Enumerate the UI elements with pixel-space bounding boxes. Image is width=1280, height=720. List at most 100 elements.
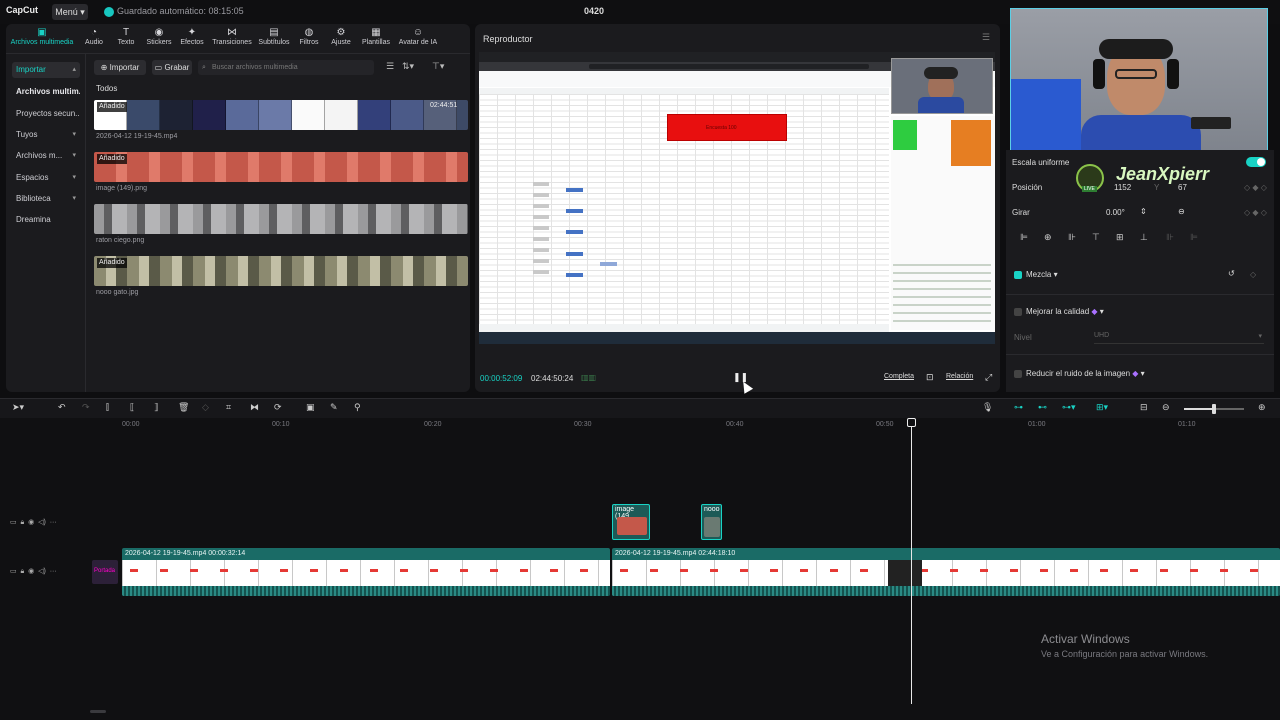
transform-icon[interactable]: ⚲ bbox=[354, 402, 361, 413]
current-time: 00:00:52:09 bbox=[480, 374, 523, 383]
level-select[interactable]: UHD ▾ bbox=[1094, 332, 1264, 344]
preview-axis-icon[interactable]: ⊶▾ bbox=[1062, 402, 1076, 413]
main-clip-2[interactable]: 2026-04-12 19-19-45.mp4 02:44:18:10 bbox=[612, 548, 1280, 596]
shield-icon: ◇ bbox=[202, 402, 209, 412]
media-item-image-149[interactable] bbox=[94, 152, 468, 182]
record-button[interactable]: ▭ Grabar bbox=[152, 60, 192, 75]
magnet-icon[interactable]: ⊶ bbox=[1014, 402, 1023, 413]
search-input[interactable]: ⌕ Buscar archivos multimedia bbox=[198, 60, 374, 75]
align-right-icon[interactable]: ⊪ bbox=[1068, 232, 1076, 243]
align-bottom-icon[interactable]: ⊥ bbox=[1140, 232, 1148, 243]
tool-adjust[interactable]: ⚙ Ajuste bbox=[328, 27, 354, 46]
search-icon: ⌕ bbox=[202, 64, 206, 71]
tool-templates[interactable]: ▦ Plantillas bbox=[358, 27, 394, 46]
media-item-nooo-gato[interactable] bbox=[94, 256, 468, 286]
delete-icon[interactable]: 🗑︎ bbox=[178, 402, 189, 413]
select-tool-icon[interactable]: ➤▾ bbox=[12, 402, 24, 413]
rotate-icon[interactable]: ⟳ bbox=[274, 402, 282, 413]
align-center-icon[interactable]: ⊕ bbox=[1044, 232, 1052, 243]
split-right-icon[interactable]: ⟧ bbox=[154, 402, 158, 413]
player-screen[interactable]: Encuesta 100 bbox=[479, 52, 995, 344]
align-top-icon[interactable]: ⊤ bbox=[1092, 232, 1100, 243]
uniform-scale-toggle[interactable] bbox=[1246, 157, 1266, 167]
tool-captions[interactable]: ▤ Subtítulos bbox=[256, 27, 292, 46]
tool-transitions[interactable]: ⋈ Transiciones bbox=[210, 27, 254, 46]
noise-reduction-checkbox[interactable] bbox=[1014, 370, 1022, 378]
fullscreen-icon[interactable]: ⤢ bbox=[985, 372, 992, 383]
player-menu-icon[interactable]: ☰ bbox=[982, 32, 990, 43]
noise-reduction-label[interactable]: Reducir el ruido de la imagen ◆ ▾ bbox=[1026, 369, 1145, 378]
sidebar-item-import[interactable]: Importar ▴ bbox=[12, 62, 80, 78]
filter-icon[interactable]: ⊤▾ bbox=[432, 61, 444, 72]
fit-icon[interactable]: ⊟ bbox=[1140, 402, 1148, 413]
time-ruler[interactable]: 00:00 00:10 00:20 00:30 00:40 00:50 01:0… bbox=[90, 418, 1280, 432]
tool-ai-avatar[interactable]: ☺ Avatar de IA bbox=[396, 27, 440, 46]
list-view-icon[interactable]: ☰ bbox=[386, 61, 394, 72]
distribute-icon: ⊫ bbox=[1190, 232, 1198, 242]
align-middle-icon[interactable]: ⊞ bbox=[1116, 232, 1124, 243]
reset-icon[interactable]: ↺ bbox=[1228, 269, 1235, 278]
snap-icon[interactable]: ⊞▾ bbox=[1096, 402, 1108, 413]
sidebar-item-media-files[interactable]: Archivos multim... bbox=[12, 84, 80, 100]
link-icon[interactable]: ⊷ bbox=[1038, 402, 1047, 413]
sidebar-item-secondary-projects[interactable]: Proyectos secun... bbox=[12, 106, 80, 122]
autosave-status: Guardado automático: 08:15:05 bbox=[117, 6, 244, 16]
rotate-reset-icon[interactable]: ⊖ bbox=[1178, 207, 1185, 216]
media-item-video[interactable] bbox=[94, 100, 468, 130]
sidebar-item-files[interactable]: Archivos m... ▾ bbox=[12, 148, 80, 164]
templates-icon: ▦ bbox=[371, 27, 381, 38]
blend-label[interactable]: Mezcla ▾ bbox=[1026, 270, 1058, 279]
playhead[interactable] bbox=[911, 418, 912, 704]
playhead-handle[interactable] bbox=[907, 418, 916, 427]
full-quality-button[interactable]: Completa bbox=[884, 373, 914, 380]
quality-checkbox[interactable] bbox=[1014, 308, 1022, 316]
ratio-button[interactable]: Relación bbox=[946, 373, 973, 380]
freeze-frame-icon[interactable]: ▣ bbox=[306, 402, 315, 413]
crop-icon[interactable]: ⌗ bbox=[226, 402, 231, 413]
rotate-stepper-icon[interactable]: ⇕ bbox=[1140, 207, 1147, 216]
split-left-icon[interactable]: ⟦ bbox=[130, 402, 134, 413]
tool-audio[interactable]: ◔ Audio bbox=[82, 27, 106, 46]
cover-thumbnail[interactable]: Portada bbox=[92, 560, 118, 584]
overlay-clip-image[interactable]: image (149 bbox=[612, 504, 650, 540]
track-controls[interactable]: ▭ 🔒︎ ◉ ◁) ··· bbox=[10, 518, 57, 527]
tool-stickers[interactable]: ◉ Stickers bbox=[144, 27, 174, 46]
keyframe-icon[interactable]: ◇ ◆ ◇ bbox=[1244, 183, 1267, 192]
sidebar-item-library[interactable]: Biblioteca ▾ bbox=[12, 191, 80, 207]
sort-icon[interactable]: ⇅▾ bbox=[402, 61, 414, 72]
rotate-value[interactable]: 0.00° bbox=[1106, 208, 1125, 217]
keyframe-icon[interactable]: ◇ bbox=[1250, 270, 1256, 279]
mirror-icon[interactable]: ⧓ bbox=[250, 402, 259, 413]
undo-icon[interactable]: ↶ bbox=[58, 402, 66, 413]
main-clip-1[interactable]: 2026-04-12 19-19-45.mp4 00:00:32:14 bbox=[122, 548, 610, 596]
zoom-slider[interactable] bbox=[1184, 404, 1244, 414]
menu-button[interactable]: Menú ▾ bbox=[52, 4, 88, 20]
tool-filters[interactable]: ◍ Filtros bbox=[296, 27, 322, 46]
screenshot-icon[interactable]: ⊡ bbox=[926, 372, 934, 383]
timeline-scrollbar[interactable] bbox=[90, 710, 106, 713]
split-icon[interactable]: ⫿ bbox=[106, 402, 109, 413]
sidebar-item-dreamina[interactable]: Dreamina bbox=[12, 212, 80, 228]
overlay-clip-gato[interactable]: nooo bbox=[701, 504, 722, 540]
sidebar-item-spaces[interactable]: Espacios ▾ bbox=[12, 170, 80, 186]
zoom-slider-knob[interactable] bbox=[1212, 404, 1216, 414]
timeline[interactable]: 00:00 00:10 00:20 00:30 00:40 00:50 01:0… bbox=[0, 418, 1280, 720]
quality-label[interactable]: Mejorar la calidad ◆ ▾ bbox=[1026, 307, 1104, 316]
track-controls[interactable]: ▭ 🔒︎ ◉ ◁) ··· bbox=[10, 567, 57, 576]
media-item-raton-ciego[interactable] bbox=[94, 204, 468, 234]
tool-text[interactable]: T Texto bbox=[114, 27, 138, 46]
ai-magic-icon[interactable]: ✎ bbox=[330, 402, 338, 413]
zoom-out-icon[interactable]: ⊖ bbox=[1162, 402, 1170, 413]
rotate-label: Girar bbox=[1012, 208, 1030, 217]
tool-media[interactable]: ▣ Archivos multimedia bbox=[8, 27, 76, 46]
align-left-icon[interactable]: ⊫ bbox=[1020, 232, 1028, 243]
import-button[interactable]: ⊕ Importar bbox=[94, 60, 146, 75]
microphone-icon[interactable]: 🎙︎ bbox=[982, 402, 993, 413]
blend-checkbox[interactable] bbox=[1014, 271, 1022, 279]
position-x-value[interactable]: 1152 bbox=[1114, 183, 1131, 192]
tool-effects[interactable]: ✦ Efectos bbox=[178, 27, 206, 46]
position-y-value[interactable]: 67 bbox=[1178, 183, 1187, 192]
keyframe-icon[interactable]: ◇ ◆ ◇ bbox=[1244, 208, 1267, 217]
sidebar-item-yours[interactable]: Tuyos ▾ bbox=[12, 127, 80, 143]
zoom-in-icon[interactable]: ⊕ bbox=[1258, 402, 1266, 413]
